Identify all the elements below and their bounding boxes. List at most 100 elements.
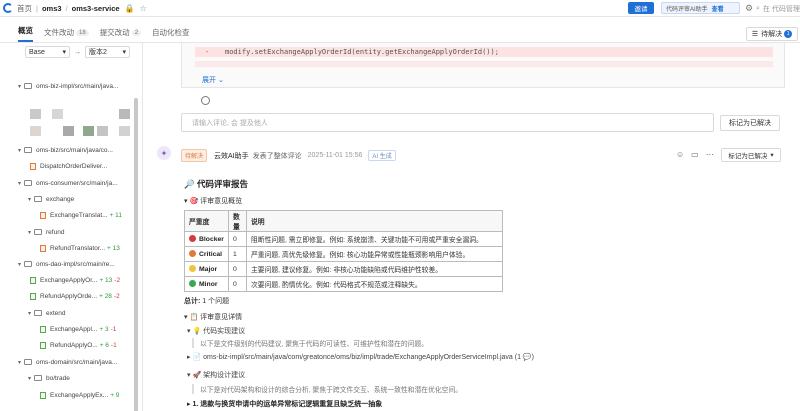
tree-file[interactable]: RefundApplyO... + 6 -1	[40, 340, 117, 350]
arch-note: 以下是对代码架构和设计的综合分析, 聚焦于跨文件交互、系统一致性和潜在优化空间。	[192, 384, 612, 394]
comment-author[interactable]: 云效AI助手	[214, 151, 249, 161]
file-icon	[40, 244, 46, 252]
chevron-right-icon: ▸	[187, 401, 191, 408]
tree-folder[interactable]: ▾ bo/trade	[28, 373, 70, 383]
tree-file[interactable]: ExchangeTranslat... + 11	[40, 210, 122, 220]
bulb-icon: 💡	[192, 328, 202, 335]
star-icon[interactable]: ☆	[140, 4, 147, 13]
blurred-file-icon	[119, 109, 130, 119]
emoji-reaction-icon[interactable]	[201, 96, 210, 105]
breadcrumb-oms3[interactable]: oms3	[42, 4, 62, 13]
tab-auto-checks[interactable]: 自动化检查	[152, 27, 190, 42]
tab-commits[interactable]: 提交改动 2	[100, 27, 142, 42]
expand-link[interactable]: 展开 ⌄	[202, 75, 224, 85]
blurred-file-icon	[119, 126, 130, 136]
tree-folder[interactable]: ▾ extend	[28, 308, 66, 318]
sidebar-scrollbar[interactable]	[134, 98, 138, 411]
tree-folder[interactable]: ▾ exchange	[28, 194, 74, 204]
chevron-down-icon: ▾	[184, 314, 188, 321]
comment-action: 发表了整体评论	[252, 152, 302, 160]
chevron-down-icon: ▾	[184, 198, 188, 205]
overview-heading[interactable]: ▾ 🎯 评审意见概览	[184, 196, 242, 206]
emoji-icon[interactable]: ☺	[676, 150, 684, 159]
comment-time: 2025-11-01 15:56	[307, 152, 363, 159]
list-icon: ☰	[751, 31, 759, 38]
table-row: Minor 0 次要问题, 酌情优化。例如: 代码格式不规范或注释缺失。	[184, 276, 503, 292]
impl-heading[interactable]: ▾ 💡 代码实现建议	[187, 326, 245, 336]
breadcrumb-home[interactable]: 首页	[17, 3, 32, 14]
tree-folder[interactable]: ▾ refund	[28, 227, 64, 237]
file-icon	[40, 341, 46, 349]
tree-file[interactable]: RefundTranslator... + 13	[40, 243, 120, 253]
review-resolve-button[interactable]: 标记为已解决 ▾	[721, 148, 781, 162]
tab-overview[interactable]: 概览	[18, 25, 33, 42]
folder-icon	[24, 180, 32, 186]
chevron-down-icon: ▾	[62, 49, 66, 56]
comment-input[interactable]: 请输入评论, 会 提及他人	[181, 113, 714, 132]
major-dot-icon	[189, 265, 196, 272]
tree-folder[interactable]: ▾ oms-consumer/src/main/ja...	[18, 178, 118, 188]
pending-button[interactable]: ☰ 待解决 1	[746, 27, 798, 41]
details-heading[interactable]: ▾ 📋 评审意见详情	[184, 312, 242, 322]
diff-removed-line-blurred	[195, 61, 773, 67]
status-badge: 待解决	[181, 149, 208, 162]
tree-file[interactable]: ExchangeApplyEx... + 9	[40, 390, 119, 400]
tree-file[interactable]: DispatchOrderDeliver...	[30, 161, 107, 171]
tree-file[interactable]: RefundApplyOrde... + 28 -2	[30, 291, 120, 301]
reply-icon[interactable]: ▭	[691, 150, 699, 159]
folder-icon	[24, 83, 32, 89]
breadcrumb-repo[interactable]: oms3-service	[72, 4, 120, 13]
critical-dot-icon	[189, 250, 196, 257]
settings-icon[interactable]: ⚙	[745, 3, 753, 14]
tree-folder[interactable]: ▾ oms-dao-impl/src/main/re...	[18, 259, 115, 269]
file-suggestion-link[interactable]: ▸ 📄 oms-biz-impl/src/main/java/com/great…	[187, 353, 534, 361]
search-box[interactable]: ⌕ 在 代码管理	[756, 3, 800, 14]
chevron-right-icon: ▸	[187, 354, 191, 361]
folder-icon	[34, 229, 42, 235]
app-logo-icon[interactable]	[3, 3, 13, 13]
table-row: Major 0 主要问题, 建议修复。例如: 非核心功能缺陷或代码维护性较差。	[184, 261, 503, 277]
mark-resolved-button[interactable]: 标记为已解决	[720, 115, 780, 131]
file-icon	[30, 276, 36, 284]
comment-actions: ☺ ▭ ⋯	[676, 150, 714, 159]
blocker-dot-icon	[189, 235, 196, 242]
file-icon	[40, 211, 46, 219]
file-icon	[30, 292, 36, 300]
chevron-down-icon: ▾	[187, 372, 191, 379]
target-version-select[interactable]: 版本2 ▾	[85, 46, 130, 58]
blurred-file-icon	[83, 126, 94, 136]
base-select[interactable]: Base ▾	[25, 46, 70, 58]
table-row: Critical 1 严重问题, 高优先级修复。例如: 核心功能异常或性能瓶颈影…	[184, 246, 503, 262]
chevron-down-icon: ⌄	[217, 77, 224, 84]
arch-heading[interactable]: ▾ 🚀 架构设计建议	[187, 370, 245, 380]
tab-file-changes[interactable]: 文件改动 18	[44, 27, 89, 42]
blurred-file-icon	[30, 126, 41, 136]
ai-assistant-pill[interactable]: 代码评审AI助手 查看	[661, 2, 740, 14]
blurred-file-icon	[52, 109, 63, 119]
blurred-file-icon	[30, 109, 41, 119]
tree-file[interactable]: ExchangeApplyOr... + 13 -2	[30, 275, 120, 285]
tree-folder[interactable]: ▾ oms-domain/src/main/java...	[18, 357, 117, 367]
pending-count-badge: 1	[784, 30, 793, 38]
magnifier-icon: 🔎	[184, 179, 195, 189]
tabs-row: 概览 文件改动 18 提交改动 2 自动化检查	[0, 25, 800, 43]
invite-button[interactable]: 邀请	[628, 2, 654, 14]
total-summary: 总计: 1 个问题	[184, 298, 230, 305]
target-icon: 🎯	[189, 198, 199, 205]
more-icon[interactable]: ⋯	[706, 150, 714, 159]
notes-icon: 📋	[189, 314, 199, 321]
table-row: Blocker 0 阻断性问题, 需立即修复。例如: 系统崩溃、关键功能不可用或…	[184, 231, 503, 247]
folder-icon	[24, 147, 32, 153]
file-icon	[30, 162, 36, 170]
tree-folder[interactable]: ▾ oms-biz/src/main/java/co...	[18, 145, 113, 155]
ai-assistant-label: 代码评审AI助手	[666, 6, 708, 13]
issue-item[interactable]: ▸ 1. 退款与换货申请中的运单异常标记逻辑重复且缺乏统一抽象	[187, 399, 382, 409]
folder-icon	[34, 310, 42, 316]
tree-folder[interactable]: ▾ oms-biz-impl/src/main/java...	[18, 81, 118, 91]
file-tree-sidebar: Base ▾ → 版本2 ▾ ▾ oms-biz-impl/src/main/java…	[0, 43, 143, 411]
file-icon: 📄	[192, 354, 202, 361]
ai-view-link[interactable]: 查看	[712, 4, 724, 13]
file-icon	[40, 325, 46, 333]
report-title: 🔎 代码评审报告	[184, 179, 248, 189]
tree-file[interactable]: ExchangeAppl... + 3 -1	[40, 324, 116, 334]
